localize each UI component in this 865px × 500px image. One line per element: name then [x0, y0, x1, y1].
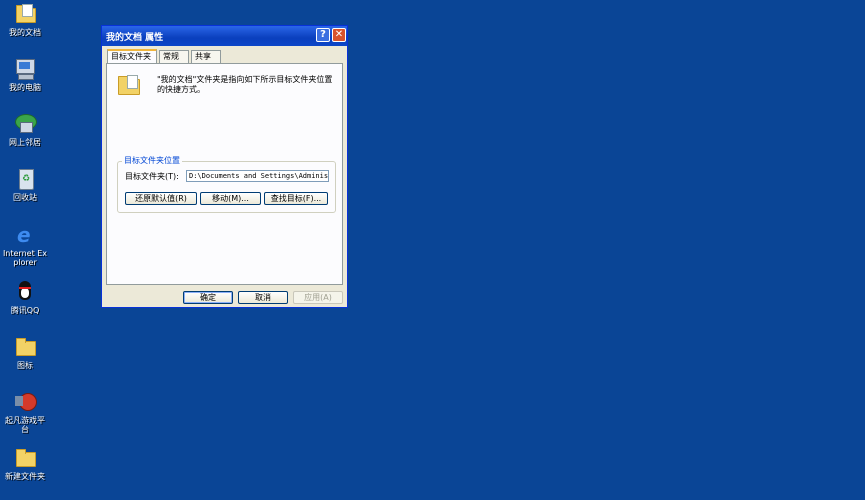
qq-penguin-icon	[13, 280, 37, 304]
find-target-button[interactable]: 查找目标(F)...	[264, 192, 328, 205]
desktop-icon-label: 我的文档	[9, 28, 41, 37]
restore-default-button[interactable]: 还原默认值(R)	[125, 192, 197, 205]
folder-icon	[13, 335, 37, 359]
network-places-icon	[13, 112, 37, 136]
desktop-icon-label: Internet Explorer	[2, 249, 48, 267]
desktop-icon-game-platform[interactable]: 起凡游戏平台	[2, 390, 48, 434]
desktop-icon-folder-tubiao[interactable]: 图标	[2, 335, 48, 370]
ok-button[interactable]: 确定	[183, 291, 233, 304]
desktop-icon-new-folder[interactable]: 新建文件夹	[2, 446, 48, 481]
tab-sharing[interactable]: 共享	[191, 50, 221, 63]
tab-target-folder[interactable]: 目标文件夹	[107, 49, 157, 63]
my-computer-icon	[13, 57, 37, 81]
tab-label: 常规	[163, 52, 179, 61]
tab-general[interactable]: 常规	[159, 50, 189, 63]
help-button[interactable]: ?	[316, 28, 330, 42]
desktop-icon-qq[interactable]: 腾讯QQ	[2, 280, 48, 315]
target-path-input[interactable]: D:\Documents and Settings\Administ	[186, 170, 329, 182]
cancel-button[interactable]: 取消	[238, 291, 288, 304]
close-button[interactable]: ✕	[332, 28, 346, 42]
desktop-icon-label: 我的电脑	[9, 83, 41, 92]
tab-label: 目标文件夹	[111, 52, 151, 61]
my-documents-folder-icon	[116, 72, 140, 95]
desktop-icon-internet-explorer[interactable]: e Internet Explorer	[2, 223, 48, 267]
desktop-icon-label: 新建文件夹	[5, 472, 45, 481]
desktop-icon-recycle-bin[interactable]: ♻ 回收站	[2, 167, 48, 202]
desktop-icon-label: 网上邻居	[9, 138, 41, 147]
desktop-icon-my-computer[interactable]: 我的电脑	[2, 57, 48, 92]
group-title: 目标文件夹位置	[122, 156, 182, 166]
game-platform-icon	[13, 390, 37, 414]
desktop-icon-network-places[interactable]: 网上邻居	[2, 112, 48, 147]
properties-dialog: 我的文档 属性 ? ✕ 目标文件夹 常规 共享 "我的文档"文件夹是指向如下所示…	[101, 25, 348, 308]
desktop-icon-my-documents[interactable]: 我的文档	[2, 2, 48, 37]
move-button[interactable]: 移动(M)...	[200, 192, 261, 205]
tab-panel: "我的文档"文件夹是指向如下所示目标文件夹位置的快捷方式。 目标文件夹位置 目标…	[106, 63, 343, 285]
target-location-group: 目标文件夹位置 目标文件夹(T): D:\Documents and Setti…	[117, 156, 336, 213]
close-icon: ✕	[334, 29, 344, 40]
apply-button[interactable]: 应用(A)	[293, 291, 343, 304]
help-icon: ?	[320, 29, 326, 40]
internet-explorer-icon: e	[17, 223, 31, 247]
desktop-icon-label: 腾讯QQ	[10, 306, 40, 315]
desktop-icon-label: 回收站	[13, 193, 37, 202]
desktop-icon-label: 起凡游戏平台	[5, 416, 45, 434]
description-text: "我的文档"文件夹是指向如下所示目标文件夹位置的快捷方式。	[157, 75, 333, 94]
tab-label: 共享	[195, 52, 211, 61]
folder-icon	[13, 446, 37, 470]
desktop-icon-label: 图标	[17, 361, 33, 370]
recycle-bin-icon: ♻	[13, 167, 37, 191]
dialog-title: 我的文档 属性	[106, 33, 164, 43]
target-folder-label: 目标文件夹(T):	[125, 172, 179, 181]
my-documents-icon	[13, 2, 37, 26]
dialog-titlebar[interactable]: 我的文档 属性 ? ✕	[102, 26, 347, 46]
